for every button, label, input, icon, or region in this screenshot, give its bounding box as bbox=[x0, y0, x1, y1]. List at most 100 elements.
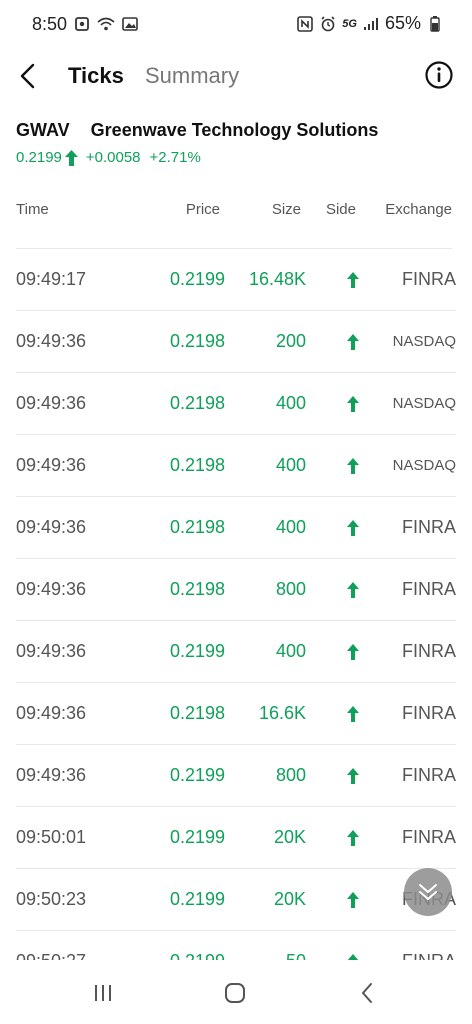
signal-icon bbox=[362, 15, 380, 33]
tick-size: 200 bbox=[275, 331, 306, 351]
tick-price: 0.2198 bbox=[169, 517, 225, 537]
tick-price: 0.2199 bbox=[169, 765, 225, 785]
tick-time: 09:50:27 bbox=[16, 951, 86, 960]
tick-exchange: FINRA bbox=[402, 579, 456, 599]
quote-line: 0.2199 +0.0058 +2.71% bbox=[16, 149, 201, 166]
battery-icon bbox=[426, 15, 444, 33]
side-up-arrow-icon bbox=[347, 706, 359, 722]
tab-ticks[interactable]: Ticks bbox=[68, 63, 124, 89]
tick-size: 800 bbox=[275, 765, 306, 785]
stock-title: GWAV Greenwave Technology Solutions bbox=[16, 120, 378, 141]
tick-price: 0.2198 bbox=[169, 331, 225, 351]
tick-time: 09:49:36 bbox=[16, 703, 87, 723]
tick-row: 09:49:36 0.2198 400 FINRA bbox=[16, 497, 456, 559]
side-up-arrow-icon bbox=[347, 396, 359, 412]
price-change-percent: +2.71% bbox=[149, 149, 201, 166]
side-up-arrow-icon bbox=[347, 520, 359, 536]
tick-price: 0.2198 bbox=[169, 393, 225, 413]
tick-exchange: FINRA bbox=[402, 641, 456, 661]
side-up-arrow-icon bbox=[347, 582, 359, 598]
tick-price: 0.2199 bbox=[169, 641, 225, 661]
tick-size: 16.48K bbox=[248, 269, 306, 289]
side-up-arrow-icon bbox=[347, 644, 359, 660]
scroll-to-bottom-button[interactable] bbox=[404, 868, 452, 916]
wifi-calling-icon bbox=[97, 15, 115, 33]
column-header-time: Time bbox=[16, 201, 49, 218]
tick-row: 09:49:36 0.2199 800 FINRA bbox=[16, 745, 456, 807]
tick-row: 09:49:36 0.2199 400 FINRA bbox=[16, 621, 456, 683]
status-time: 8:50 bbox=[32, 14, 68, 34]
gallery-icon bbox=[121, 15, 139, 33]
tick-price: 0.2198 bbox=[169, 579, 225, 599]
tick-time: 09:49:36 bbox=[16, 579, 87, 599]
system-nav-bar bbox=[0, 960, 472, 1024]
tick-time: 09:50:23 bbox=[16, 889, 87, 909]
alarm-icon bbox=[319, 15, 337, 33]
tick-price: 0.2199 bbox=[169, 827, 225, 847]
tick-price: 0.2198 bbox=[169, 455, 225, 475]
tick-row: 09:50:230.219920KFINRA bbox=[16, 869, 456, 931]
notification-icon bbox=[73, 15, 91, 33]
side-up-arrow-icon bbox=[347, 830, 359, 846]
tick-time: 09:49:36 bbox=[16, 765, 87, 785]
tick-time: 09:49:36 bbox=[16, 455, 87, 475]
column-header-exchange: Exchange bbox=[385, 201, 452, 218]
side-up-arrow-icon bbox=[347, 768, 359, 784]
tick-time: 09:49:36 bbox=[16, 517, 87, 537]
tick-row: 09:49:36 0.2198 400 NASDAQ bbox=[16, 435, 456, 497]
tick-size: 20K bbox=[273, 889, 306, 909]
column-header-price: Price bbox=[185, 201, 220, 218]
tick-time: 09:49:36 bbox=[16, 331, 87, 351]
double-chevron-down-icon bbox=[419, 884, 437, 900]
side-up-arrow-icon bbox=[347, 458, 359, 474]
tick-exchange: FINRA bbox=[402, 269, 456, 289]
price-change: +0.0058 bbox=[85, 149, 141, 166]
tick-exchange: NASDAQ bbox=[392, 395, 456, 412]
tick-exchange: NASDAQ bbox=[392, 457, 456, 474]
back-icon bbox=[362, 983, 372, 1003]
tick-row: 09:49:36 0.2198 800 FINRA bbox=[16, 559, 456, 621]
tick-row: 09:49:36 0.2198 400 NASDAQ bbox=[16, 373, 456, 435]
tick-exchange: FINRA bbox=[402, 517, 456, 537]
tick-row: 09:49:36 0.2198 200 NASDAQ bbox=[16, 311, 456, 373]
back-arrow-icon bbox=[20, 63, 35, 89]
back-button[interactable] bbox=[12, 60, 44, 92]
tick-row: 09:50:01 0.2199 20K FINRA bbox=[16, 807, 456, 869]
stock-price: 0.2199 bbox=[16, 149, 62, 166]
tick-size: 20K bbox=[273, 827, 306, 847]
tick-size: 400 bbox=[275, 517, 306, 537]
nav-home-button[interactable] bbox=[220, 978, 250, 1008]
info-button[interactable] bbox=[424, 60, 454, 90]
tick-time: 09:49:36 bbox=[16, 641, 87, 661]
nfc-icon bbox=[296, 15, 314, 33]
tick-time: 09:50:01 bbox=[16, 827, 87, 847]
tick-size: 50 bbox=[286, 951, 306, 960]
stock-symbol: GWAV bbox=[16, 120, 70, 140]
column-header-side: Side bbox=[325, 201, 356, 218]
tick-price: 0.2198 bbox=[169, 703, 225, 723]
status-left-icons bbox=[73, 15, 139, 33]
status-bar: 8:50 5G 65% bbox=[0, 0, 472, 48]
tick-price: 0.2199 bbox=[169, 889, 225, 909]
tick-size: 16.6K bbox=[258, 703, 306, 723]
tick-row: 09:49:17 0.2199 16.48K FINRA bbox=[16, 249, 456, 311]
tick-exchange: FINRA bbox=[402, 827, 456, 847]
ticks-list[interactable]: 09:49:17 0.2199 16.48K FINRA 09:49:36 0.2198 2… bbox=[0, 249, 472, 960]
tick-row: 09:49:36 0.2198 16.6K FINRA bbox=[16, 683, 456, 745]
tick-exchange: FINRA bbox=[402, 703, 456, 723]
tick-size: 400 bbox=[275, 641, 306, 661]
tick-size: 400 bbox=[275, 393, 306, 413]
tick-time: 09:49:36 bbox=[16, 393, 87, 413]
nav-recents-button[interactable] bbox=[88, 978, 118, 1008]
tick-size: 400 bbox=[275, 455, 306, 475]
stock-name: Greenwave Technology Solutions bbox=[90, 120, 379, 140]
side-up-arrow-icon bbox=[347, 892, 359, 908]
recents-icon bbox=[95, 985, 111, 1001]
column-header-size: Size bbox=[271, 201, 301, 218]
tab-summary[interactable]: Summary bbox=[145, 63, 239, 89]
tick-exchange: NASDAQ bbox=[392, 333, 456, 350]
side-up-arrow-icon bbox=[347, 272, 359, 288]
tick-price: 0.2199 bbox=[169, 269, 225, 289]
tick-exchange: FINRA bbox=[402, 951, 456, 960]
nav-back-button[interactable] bbox=[352, 978, 382, 1008]
